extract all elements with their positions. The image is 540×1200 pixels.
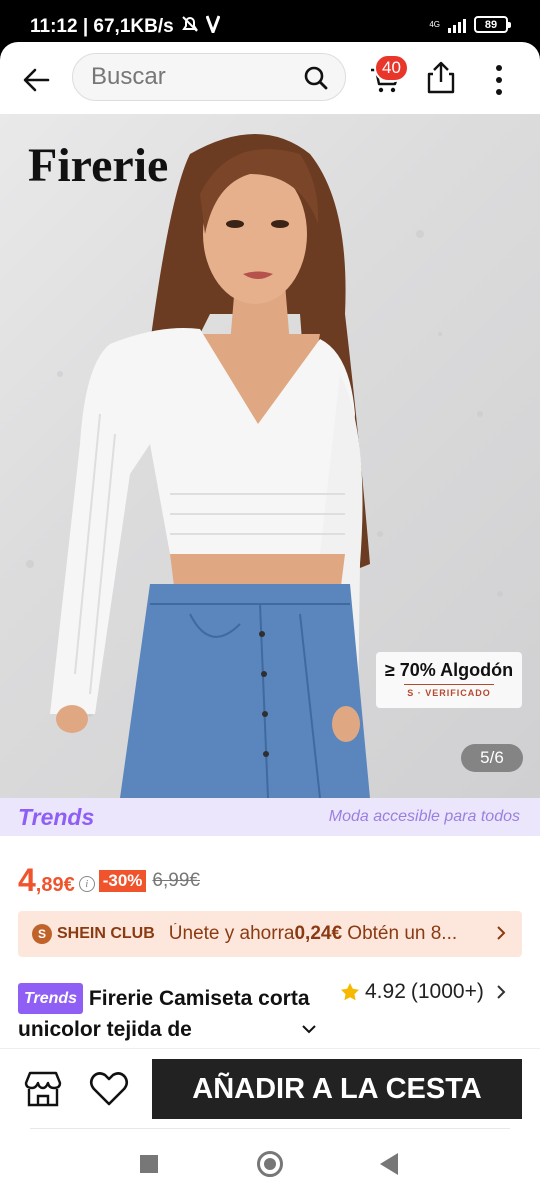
system-back-button[interactable] — [380, 1153, 398, 1175]
rating-value: 4.92 — [365, 980, 406, 1003]
title-fade — [200, 1016, 290, 1048]
shein-club-banner[interactable]: S SHEIN CLUB Únete y ahorra0,24€ Obtén u… — [18, 911, 522, 957]
original-price: 6,99€ — [152, 870, 200, 891]
chevron-right-icon — [497, 985, 506, 999]
product-title-area[interactable]: Trends Firerie Camiseta corta unicolor t… — [18, 983, 338, 1045]
dot-icon — [496, 89, 502, 95]
club-name: SHEIN CLUB — [57, 925, 155, 942]
network-label: 4G — [429, 19, 440, 29]
search-input[interactable] — [91, 62, 291, 92]
cart-badge: 40 — [374, 54, 409, 82]
search-box[interactable] — [72, 53, 346, 101]
product-title: Trends Firerie Camiseta corta unicolor t… — [18, 983, 338, 1045]
add-to-cart-button[interactable]: AÑADIR A LA CESTA — [152, 1059, 522, 1119]
club-text-suffix: Obtén un 8... — [342, 923, 458, 944]
chevron-right-icon — [494, 923, 508, 948]
dot-icon — [496, 65, 502, 71]
status-left: 11:12 | 67,1KB/s — [30, 14, 221, 40]
app-v-icon — [205, 15, 221, 39]
store-icon — [24, 1071, 62, 1107]
dot-icon — [496, 77, 502, 83]
rating-summary[interactable]: 4.92 (1000+) — [340, 980, 507, 1004]
trends-tagline: Moda accesible para todos — [328, 808, 520, 825]
divider — [404, 684, 494, 685]
recents-button[interactable] — [140, 1155, 158, 1173]
cotton-badge: ≥ 70% Algodón S · VERIFICADO — [376, 652, 522, 708]
cotton-label: ≥ 70% Algodón — [384, 660, 514, 680]
image-counter: 5/6 — [461, 744, 523, 772]
info-icon[interactable]: i — [78, 876, 95, 892]
home-button[interactable] — [257, 1151, 283, 1177]
heart-icon — [89, 1072, 129, 1106]
system-nav-bar — [0, 1129, 540, 1200]
status-right: 4G 89 — [429, 16, 511, 33]
chevron-down-icon — [302, 1025, 316, 1034]
price-row: 4 ,89€ i -30% 6,99€ — [18, 856, 200, 896]
club-logo-icon: S — [32, 924, 52, 944]
action-bar: AÑADIR A LA CESTA — [0, 1048, 540, 1128]
club-text: Únete y ahorra0,24€ Obtén un 8... — [169, 923, 475, 945]
discount-badge: -30% — [98, 870, 147, 892]
signal-icon — [448, 17, 466, 33]
price-decimal: ,89€ — [35, 874, 75, 896]
trends-banner[interactable]: Trends Moda accesible para todos — [0, 798, 540, 836]
store-button[interactable] — [22, 1069, 64, 1111]
review-count: (1000+) — [410, 980, 484, 1003]
status-time: 11:12 | 67,1KB/s — [30, 16, 174, 37]
verified-label: S · VERIFICADO — [407, 688, 491, 698]
mute-icon — [180, 14, 200, 40]
share-icon — [427, 61, 455, 94]
favorite-button[interactable] — [88, 1069, 132, 1111]
club-text-prefix: Únete y ahorra — [168, 923, 295, 944]
network-indicator: 4G — [429, 19, 440, 29]
trends-chip: Trends — [18, 983, 84, 1014]
battery-level: 89 — [484, 18, 498, 31]
expand-title-button[interactable] — [300, 1022, 318, 1041]
share-button[interactable] — [424, 60, 464, 100]
top-bar: 40 — [0, 42, 540, 114]
product-image-carousel[interactable]: Firerie ≥ 70% Algodón S · VERIFICADO 5/6 — [0, 114, 540, 798]
back-button[interactable] — [16, 60, 56, 100]
club-saving: 0,24€ — [294, 923, 343, 944]
price-main: 4 — [18, 862, 36, 898]
search-icon[interactable] — [303, 65, 329, 96]
arrow-left-icon — [23, 68, 50, 92]
more-options-button[interactable] — [484, 60, 514, 100]
star-icon — [341, 983, 359, 1001]
brand-logo-text: Firerie — [28, 139, 169, 192]
battery-icon: 89 — [474, 16, 511, 33]
trends-logo: Trends — [18, 804, 95, 830]
